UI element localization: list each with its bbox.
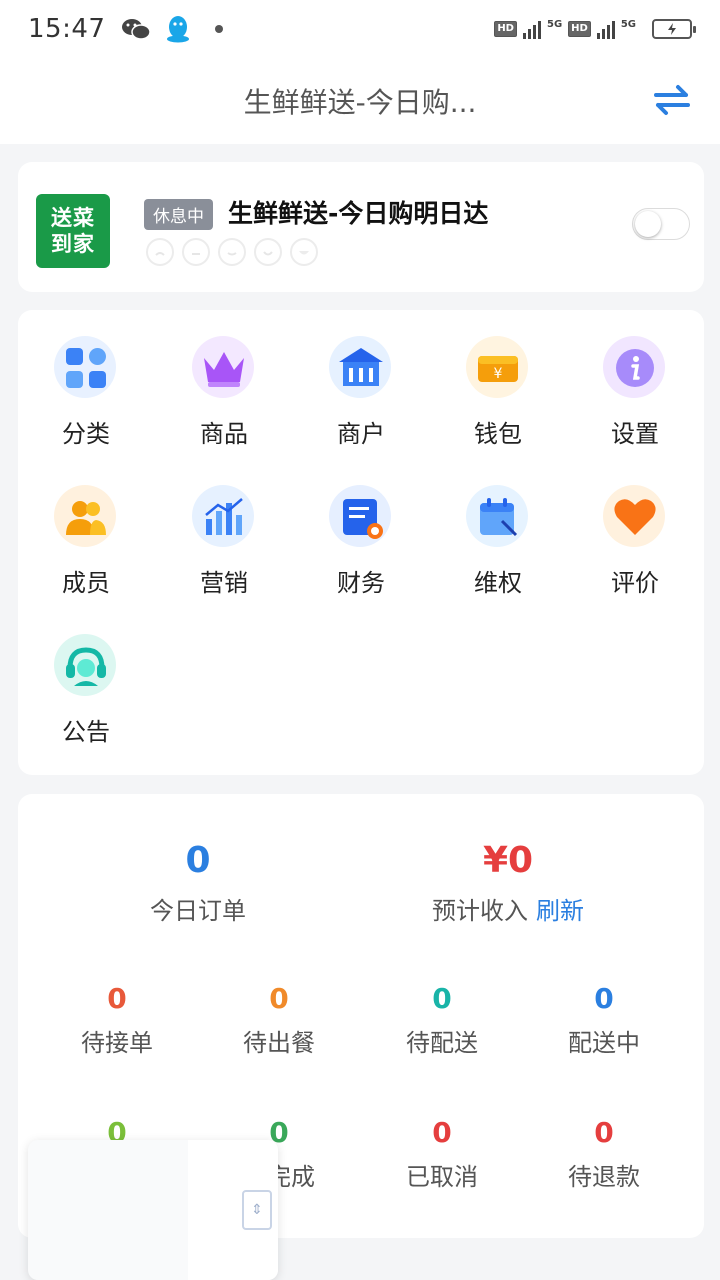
headset-icon xyxy=(46,626,126,706)
svg-text:¥: ¥ xyxy=(494,366,503,382)
qq-icon xyxy=(163,16,193,43)
status-time: 15:47 xyxy=(28,14,106,44)
rating-face-icon xyxy=(254,238,282,266)
members-icon xyxy=(46,477,126,557)
info-icon xyxy=(595,328,675,408)
expected-income-row: 预计收入 刷新 xyxy=(358,891,658,926)
floating-app-preview[interactable]: ⇕ xyxy=(28,1140,278,1280)
menu-item-label: 财务 xyxy=(337,569,385,597)
category-icon xyxy=(46,328,126,408)
menu-item-label: 维权 xyxy=(474,569,522,597)
expected-income-label: 预计收入 xyxy=(432,897,528,925)
network-label: 5G xyxy=(620,19,636,30)
wechat-icon xyxy=(121,16,152,42)
stat-label: 待退款 xyxy=(568,1163,640,1191)
rating-face-icon xyxy=(182,238,210,266)
expected-income-value: ¥0 xyxy=(482,840,534,881)
swap-arrows-icon xyxy=(654,85,690,115)
stat-cancelled[interactable]: 0 已取消 xyxy=(357,1116,527,1192)
page-header: 生鲜鲜送-今日购... xyxy=(0,58,720,144)
stat-label: 待配送 xyxy=(406,1029,478,1057)
floating-preview-side: ⇕ xyxy=(188,1140,278,1280)
stat-value: 0 xyxy=(432,982,452,1015)
notification-icons xyxy=(121,16,224,43)
menu-item-label: 营销 xyxy=(200,569,248,597)
wallet-icon: ¥ xyxy=(458,328,538,408)
menu-item-wallet[interactable]: ¥ 钱包 xyxy=(438,328,558,458)
rating-face-icon xyxy=(290,238,318,266)
stat-pending-accept[interactable]: 0 待接单 xyxy=(32,982,202,1058)
menu-item-rights[interactable]: 维权 xyxy=(438,477,558,607)
today-orders-stat[interactable]: 0 今日订单 xyxy=(48,840,348,926)
bank-icon xyxy=(321,328,401,408)
menu-item-announcement[interactable]: 公告 xyxy=(26,626,146,756)
store-card: 送菜 到家 休息中 生鲜鲜送-今日购明日达 xyxy=(18,162,704,292)
menu-grid: 分类 商品 商户 ¥ 钱包 设置 成员 营销 财务 维权 评价 公告 xyxy=(18,310,704,775)
signal-icon xyxy=(522,19,541,39)
store-logo-line: 到家 xyxy=(51,232,95,256)
stat-label: 待接单 xyxy=(81,1029,153,1057)
menu-item-label: 公告 xyxy=(62,718,110,746)
calendar-icon xyxy=(458,477,538,557)
menu-item-merchant[interactable]: 商户 xyxy=(301,328,421,458)
menu-item-members[interactable]: 成员 xyxy=(26,477,146,607)
stat-label: 已取消 xyxy=(406,1163,478,1191)
network-label: 5G xyxy=(546,19,563,30)
stat-value: 0 xyxy=(269,982,289,1015)
menu-item-products[interactable]: 商品 xyxy=(164,328,284,458)
scan-icon: ⇕ xyxy=(242,1190,272,1230)
hd-badge: HD xyxy=(568,21,591,37)
store-open-toggle[interactable] xyxy=(632,208,690,240)
rating-face-icon xyxy=(146,238,174,266)
status-bar: 15:47 HD 5G HD 5G xyxy=(0,0,720,58)
stat-pending-refund[interactable]: 0 待退款 xyxy=(519,1116,689,1192)
stat-label: 配送中 xyxy=(568,1029,640,1057)
today-orders-value: 0 xyxy=(185,840,211,881)
battery-icon xyxy=(652,19,696,39)
status-right: HD 5G HD 5G xyxy=(494,19,696,39)
menu-item-settings[interactable]: 设置 xyxy=(575,328,695,458)
toggle-knob xyxy=(635,211,661,237)
expected-income-stat: ¥0 预计收入 刷新 xyxy=(358,840,658,926)
menu-item-label: 钱包 xyxy=(474,420,522,448)
stat-label: 待出餐 xyxy=(243,1029,315,1057)
today-orders-label: 今日订单 xyxy=(150,897,246,925)
menu-item-label: 成员 xyxy=(62,569,110,597)
stat-delivering[interactable]: 0 配送中 xyxy=(519,982,689,1058)
menu-item-finance[interactable]: 财务 xyxy=(301,477,421,607)
page-title: 生鲜鲜送-今日购... xyxy=(243,86,477,119)
menu-item-marketing[interactable]: 营销 xyxy=(164,477,284,607)
notification-dot-icon xyxy=(215,25,224,33)
menu-item-label: 评价 xyxy=(611,569,659,597)
store-logo-line: 送菜 xyxy=(51,206,95,230)
stat-pending-delivery[interactable]: 0 待配送 xyxy=(357,982,527,1058)
status-badge: 休息中 xyxy=(144,199,213,230)
menu-item-label: 商户 xyxy=(337,420,385,448)
bar-chart-icon xyxy=(184,477,264,557)
hd-badge: HD xyxy=(494,21,517,37)
crown-icon xyxy=(184,328,264,408)
finance-icon xyxy=(321,477,401,557)
menu-item-label: 商品 xyxy=(200,420,248,448)
stat-value: 0 xyxy=(107,982,127,1015)
stat-pending-cook[interactable]: 0 待出餐 xyxy=(194,982,364,1058)
menu-item-label: 分类 xyxy=(62,420,110,448)
menu-item-label: 设置 xyxy=(611,420,659,448)
refresh-link[interactable]: 刷新 xyxy=(536,897,584,925)
menu-item-reviews[interactable]: 评价 xyxy=(575,477,695,607)
signal-icon xyxy=(596,19,615,39)
switch-store-button[interactable] xyxy=(652,80,692,120)
stat-value: 0 xyxy=(594,1116,614,1149)
heart-icon xyxy=(595,477,675,557)
menu-item-category[interactable]: 分类 xyxy=(26,328,146,458)
rating-faces xyxy=(146,238,318,266)
store-logo: 送菜 到家 xyxy=(36,194,110,268)
stat-value: 0 xyxy=(594,982,614,1015)
store-name: 生鲜鲜送-今日购明日达 xyxy=(228,199,489,228)
stat-value: 0 xyxy=(432,1116,452,1149)
rating-face-icon xyxy=(218,238,246,266)
